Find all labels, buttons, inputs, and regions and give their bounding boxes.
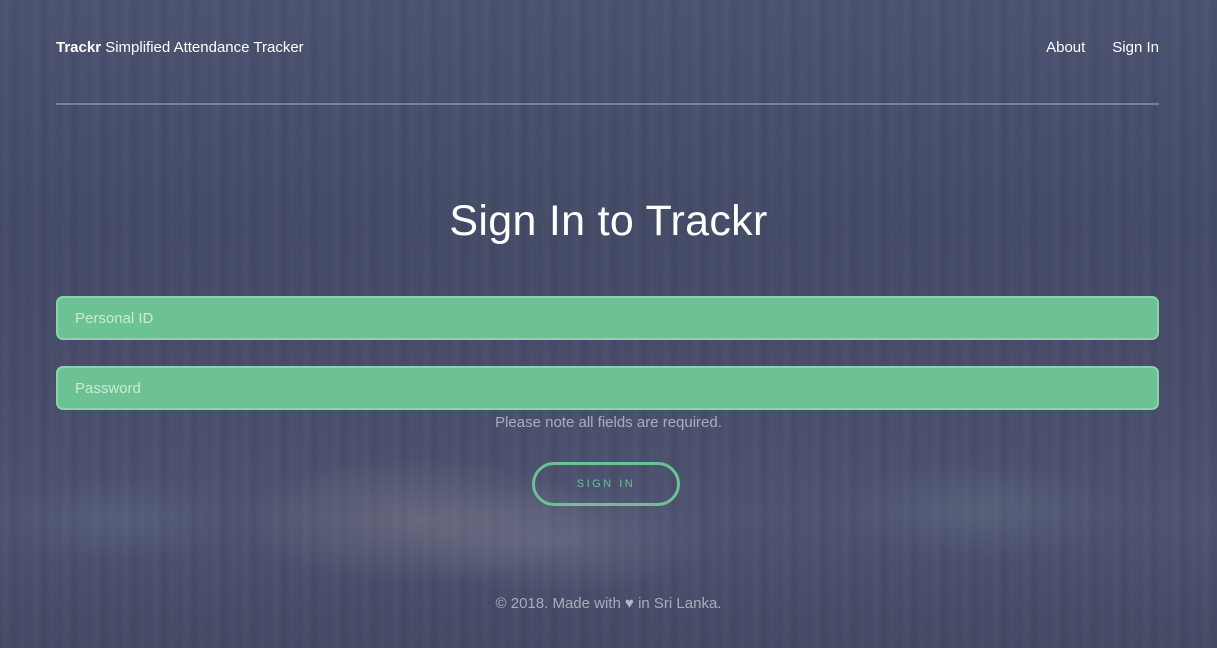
heart-icon: ♥ (625, 595, 634, 612)
personal-id-input[interactable] (56, 296, 1159, 340)
brand[interactable]: Trackr Simplified Attendance Tracker (56, 39, 304, 56)
main-nav: About Sign In (1046, 39, 1159, 56)
site-header: Trackr Simplified Attendance Tracker Abo… (56, 0, 1159, 105)
footer-prefix: © 2018. Made with (495, 595, 621, 612)
footer-suffix: in Sri Lanka. (638, 595, 722, 612)
sign-in-button[interactable]: SIGN IN (532, 462, 680, 506)
page-title: Sign In to Trackr (449, 197, 768, 245)
page: Trackr Simplified Attendance Tracker Abo… (0, 0, 1217, 648)
nav-sign-in-link[interactable]: Sign In (1112, 39, 1159, 56)
brand-name: Trackr (56, 39, 102, 56)
nav-about-link[interactable]: About (1046, 39, 1085, 56)
brand-tagline: Simplified Attendance Tracker (105, 39, 304, 56)
required-fields-note: Please note all fields are required. (495, 414, 722, 431)
site-footer: © 2018. Made with ♥ in Sri Lanka. (0, 595, 1217, 612)
password-input[interactable] (56, 366, 1159, 410)
